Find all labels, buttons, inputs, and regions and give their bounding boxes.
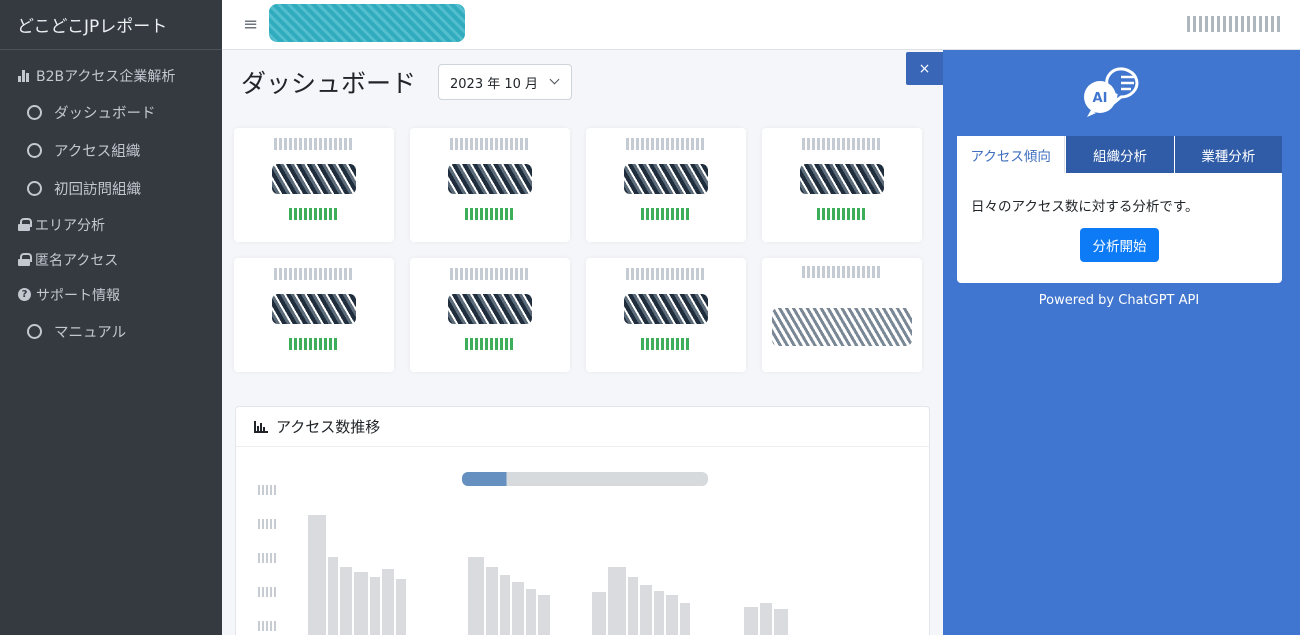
sidebar-item-label: マニュアル <box>54 324 127 341</box>
stat-card <box>410 128 570 242</box>
top-navbar: ≡ <box>222 0 1300 50</box>
stat-card <box>762 128 922 242</box>
ai-icon-label: AI <box>1093 91 1108 106</box>
sidebar-section-label: 匿名アクセス <box>35 252 119 269</box>
analysis-tabs: アクセス傾向 組織分析 業種分析 <box>957 136 1282 173</box>
redacted-stat-change <box>465 208 515 220</box>
stat-card <box>234 128 394 242</box>
redacted-stat-change <box>641 208 691 220</box>
circle-icon <box>27 104 42 120</box>
powered-by-text: Powered by ChatGPT API <box>1038 293 1200 308</box>
redacted-chart-plot <box>308 515 788 635</box>
sidebar-section-support[interactable]: ? サポート情報 <box>0 277 222 312</box>
month-select[interactable]: 2023 年 10 月 <box>438 64 572 100</box>
circle-icon <box>27 180 42 196</box>
start-analysis-button[interactable]: 分析開始 <box>1080 228 1159 262</box>
redacted-stat-value <box>448 164 532 194</box>
redacted-stat-value <box>448 294 532 324</box>
stat-card <box>586 258 746 372</box>
sidebar-section-label: エリア分析 <box>35 217 105 234</box>
redacted-stat-label <box>274 268 354 280</box>
circle-icon <box>27 142 42 158</box>
lock-icon <box>18 218 32 231</box>
sidebar-item-dashboard[interactable]: ダッシュボード <box>0 93 222 131</box>
access-trend-card: アクセス数推移 <box>235 406 930 635</box>
redacted-stat-value <box>624 164 708 194</box>
redacted-stat-label <box>450 268 530 280</box>
brand-logo[interactable]: どこどこJPレポート <box>0 0 222 50</box>
sidebar-item-manual[interactable]: マニュアル <box>0 312 222 350</box>
stat-card <box>234 258 394 372</box>
lock-icon <box>18 253 32 266</box>
redacted-stat-value <box>624 294 708 324</box>
hamburger-menu-icon[interactable]: ≡ <box>243 14 258 35</box>
redacted-stat-change <box>289 208 339 220</box>
redacted-stat-change <box>817 208 867 220</box>
analysis-description: 日々のアクセス数に対する分析です。 <box>971 199 1199 215</box>
sidebar-item-access-organizations[interactable]: アクセス組織 <box>0 131 222 169</box>
sidebar-item-label: 初回訪問組織 <box>54 181 141 198</box>
redacted-stat-label <box>802 266 882 278</box>
main-content: ダッシュボード 2023 年 10 月 アクセス数推移 <box>222 50 943 635</box>
question-circle-icon: ? <box>18 288 31 301</box>
redacted-stat-label <box>802 138 882 150</box>
sidebar-nav: B2Bアクセス企業解析 ダッシュボード アクセス組織 初回訪問組織 エリア分析 … <box>0 50 222 350</box>
page-title: ダッシュボード <box>241 69 417 98</box>
sidebar-item-first-visit-organizations[interactable]: 初回訪問組織 <box>0 169 222 207</box>
sidebar-item-label: アクセス組織 <box>54 143 141 160</box>
redacted-stat-value <box>272 164 356 194</box>
redacted-stat-change <box>641 338 691 350</box>
chevron-down-icon <box>549 74 560 85</box>
redacted-stat-change <box>465 338 515 350</box>
sidebar-section-b2b[interactable]: B2Bアクセス企業解析 <box>0 58 222 93</box>
redacted-stat-value <box>772 308 912 346</box>
redacted-site-title <box>269 4 465 42</box>
sidebar-section-label: B2Bアクセス企業解析 <box>36 68 176 85</box>
redacted-stat-label <box>450 138 530 150</box>
month-select-value: 2023 年 10 月 <box>450 76 539 92</box>
tab-access-trend[interactable]: アクセス傾向 <box>957 136 1066 173</box>
ai-analysis-panel: AI アクセス傾向 組織分析 業種分析 日々のアクセス数に対する分析です。 分析… <box>943 50 1300 635</box>
redacted-stat-label <box>274 138 354 150</box>
tab-industry-analysis[interactable]: 業種分析 <box>1173 136 1282 173</box>
redacted-stat-value <box>800 164 884 194</box>
redacted-stat-label <box>626 268 706 280</box>
tab-organization-analysis[interactable]: 組織分析 <box>1065 136 1174 173</box>
bar-chart-icon <box>18 69 31 82</box>
redacted-stat-value <box>272 294 356 324</box>
ai-chat-icon: AI <box>1084 67 1139 117</box>
stat-card <box>762 258 922 372</box>
redacted-stat-change <box>289 338 339 350</box>
stat-card <box>410 258 570 372</box>
ai-analysis-card: アクセス傾向 組織分析 業種分析 日々のアクセス数に対する分析です。 分析開始 <box>957 136 1282 283</box>
redacted-stat-label <box>626 138 706 150</box>
circle-icon <box>27 323 42 339</box>
close-panel-button[interactable]: × <box>906 52 943 85</box>
sidebar-section-label: サポート情報 <box>36 287 120 304</box>
redacted-user-menu[interactable] <box>1187 16 1282 32</box>
sidebar-section-anonymous[interactable]: 匿名アクセス <box>0 242 222 277</box>
sidebar-section-area[interactable]: エリア分析 <box>0 207 222 242</box>
sidebar: どこどこJPレポート B2Bアクセス企業解析 ダッシュボード アクセス組織 初回… <box>0 0 222 635</box>
sidebar-item-label: ダッシュボード <box>54 105 156 122</box>
stat-card <box>586 128 746 242</box>
